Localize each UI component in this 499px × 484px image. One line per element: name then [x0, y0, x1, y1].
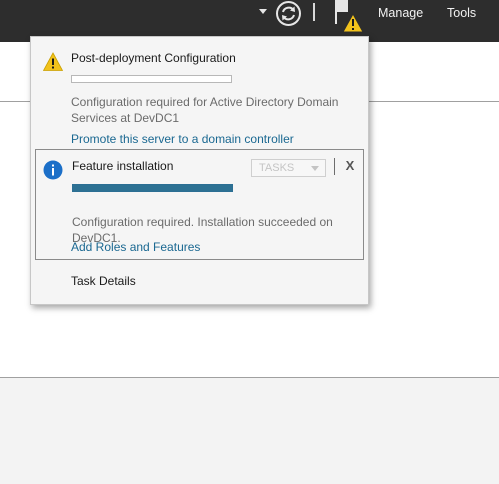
notification-flag-icon[interactable]	[332, 0, 368, 36]
warning-icon	[43, 52, 63, 71]
notification-post-deployment: Post-deployment Configuration Configurat…	[35, 40, 364, 147]
separator	[334, 158, 335, 175]
background-panel	[0, 378, 499, 484]
refresh-icon[interactable]	[275, 0, 302, 27]
progress-bar	[71, 75, 232, 83]
menu-manage[interactable]: Manage	[378, 5, 423, 21]
chevron-down-icon	[311, 166, 319, 171]
tasks-label: TASKS	[259, 162, 295, 174]
tasks-dropdown[interactable]: TASKS	[251, 159, 326, 177]
notification-title: Feature installation	[72, 159, 174, 173]
header-separator	[313, 3, 315, 21]
dropdown-arrow-icon[interactable]	[259, 9, 267, 14]
promote-server-link[interactable]: Promote this server to a domain controll…	[71, 131, 294, 147]
add-roles-features-link[interactable]: Add Roles and Features	[71, 239, 200, 255]
task-details-link[interactable]: Task Details	[71, 273, 136, 289]
progress-bar-fill	[73, 185, 232, 191]
notification-title: Post-deployment Configuration	[71, 51, 236, 65]
notification-description: Configuration required for Active Direct…	[71, 95, 339, 125]
notifications-popup: Post-deployment Configuration Configurat…	[30, 36, 369, 305]
menu-tools[interactable]: Tools	[447, 5, 476, 21]
progress-bar	[72, 184, 233, 192]
info-icon	[43, 160, 63, 180]
close-button[interactable]: X	[344, 158, 356, 174]
